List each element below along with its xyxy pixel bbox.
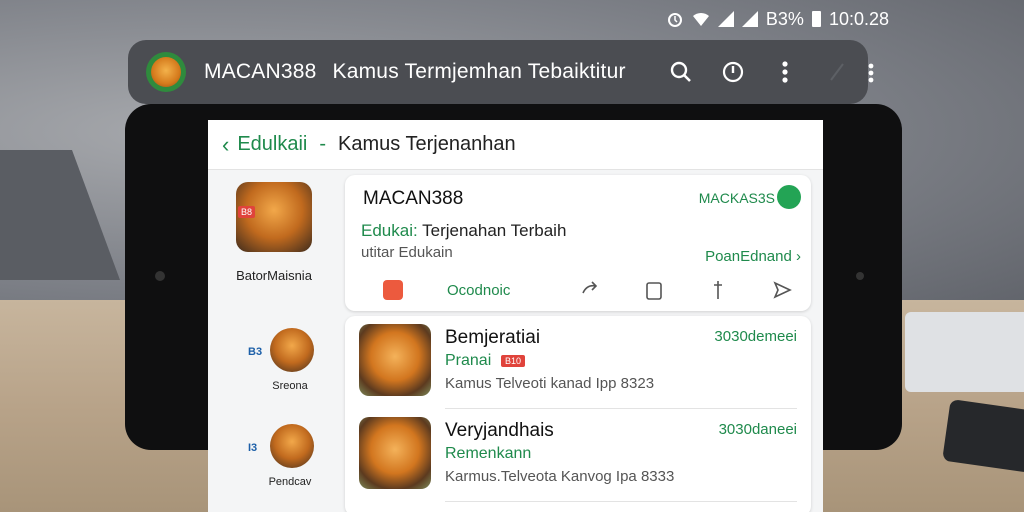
battery-icon bbox=[811, 11, 821, 27]
list-item-description: Karmus.Telveota Kanvog Ipa 8333 bbox=[445, 468, 675, 485]
tiger-thumbnail bbox=[359, 417, 431, 489]
card-brand: Edukai: bbox=[361, 221, 418, 240]
share-icon[interactable] bbox=[579, 279, 601, 301]
list-item-subtitle: Remenkann bbox=[445, 445, 532, 462]
top-bar: MACAN388 Kamus Termjemhan Tebaiktitur bbox=[128, 40, 868, 104]
card-action-text[interactable]: Ocodnoic bbox=[447, 282, 510, 299]
search-icon bbox=[670, 61, 691, 82]
avatar bbox=[270, 424, 314, 468]
list-item-title: Veryjandhais bbox=[445, 420, 554, 441]
slash-icon bbox=[830, 63, 844, 81]
list-item-title: Bemjeratiai bbox=[445, 327, 541, 348]
card-actions: Ocodnoic bbox=[383, 279, 793, 301]
power-button[interactable] bbox=[720, 59, 746, 85]
sidebar-tag: B3 bbox=[248, 346, 263, 358]
sidebar-item[interactable]: B3 Sreona bbox=[208, 328, 340, 392]
sidebar-item[interactable]: I3 Pendcav bbox=[208, 424, 340, 488]
battery-percent: B3% bbox=[765, 8, 804, 29]
background-laptop bbox=[905, 312, 1024, 392]
signal-icon-2 bbox=[741, 11, 758, 27]
background-phone bbox=[942, 399, 1024, 473]
sidebar-item-label: Sreona bbox=[272, 380, 308, 392]
search-button[interactable] bbox=[668, 59, 694, 85]
list-divider bbox=[445, 501, 797, 502]
list-item-price: 3030daneei bbox=[718, 421, 797, 438]
send-icon[interactable] bbox=[771, 279, 793, 301]
sidebar-item-label: Pendcav bbox=[268, 476, 312, 488]
menu-button[interactable] bbox=[772, 59, 798, 85]
signal-icon bbox=[717, 11, 734, 27]
sidebar-item[interactable]: B8 BatorMaisnia bbox=[208, 182, 340, 283]
tiger-logo-icon bbox=[151, 57, 181, 87]
card-description: utitar Edukain bbox=[361, 244, 453, 261]
alarm-icon bbox=[667, 13, 682, 27]
camera-dot bbox=[155, 271, 165, 281]
top-bar-title: MACAN388 Kamus Termjemhan Tebaiktitur bbox=[204, 60, 626, 84]
list-item[interactable]: Bemjeratiai Pranai B10 Kamus Telveoti ka… bbox=[345, 316, 811, 408]
overflow-menu-button[interactable] bbox=[864, 62, 878, 84]
power-icon bbox=[722, 61, 744, 83]
page-title: Kamus Termjemhan Tebaiktitur bbox=[332, 60, 626, 83]
translation-list: Bemjeratiai Pranai B10 Kamus Telveoti ka… bbox=[345, 316, 811, 512]
slash-button[interactable] bbox=[824, 59, 850, 85]
list-item-tag: B10 bbox=[501, 355, 526, 367]
sidebar: B8 BatorMaisnia B3 Sreona I3 Pendcav bbox=[208, 170, 340, 512]
pin-icon[interactable] bbox=[707, 279, 729, 301]
verified-icon bbox=[777, 185, 801, 209]
list-item-price: 3030demeei bbox=[714, 328, 797, 345]
phone-screen: ‹ Edulkaii - Kamus Terjenanhan B8 BatorM… bbox=[208, 120, 823, 512]
clock: 10:0.28 bbox=[828, 8, 889, 29]
sidebar-tag: I3 bbox=[248, 442, 258, 454]
list-item-subtitle: Pranai bbox=[445, 352, 492, 369]
wifi-icon bbox=[692, 12, 709, 26]
status-bar: B3% 10:0.28 bbox=[666, 8, 889, 30]
card-link[interactable]: PoanEdnand › bbox=[705, 248, 801, 265]
kebab-menu-icon bbox=[782, 61, 788, 83]
app-logo bbox=[146, 52, 186, 92]
card-title: MACAN388 bbox=[363, 188, 464, 209]
card-subtitle-text: Terjenahan Terbaih bbox=[422, 221, 567, 240]
card-subtitle: Edukai: Terjenahan Terbaih bbox=[361, 221, 566, 241]
sidebar-tag: B8 bbox=[238, 206, 256, 218]
app-bar: ‹ Edulkaii - Kamus Terjenanhan bbox=[208, 120, 823, 170]
list-item-description: Kamus Telveoti kanad Ipp 8323 bbox=[445, 375, 655, 392]
list-item[interactable]: Veryjandhais Remenkann Karmus.Telveota K… bbox=[345, 409, 811, 501]
clipboard-icon[interactable] bbox=[643, 279, 665, 301]
back-button[interactable]: ‹ bbox=[222, 132, 229, 158]
top-bar-actions bbox=[668, 59, 850, 85]
app-page-title: Kamus Terjenanhan bbox=[338, 133, 516, 155]
app-brand: Edulkaii bbox=[237, 133, 308, 155]
avatar bbox=[270, 328, 314, 372]
title-separator: - bbox=[319, 133, 327, 155]
app-card[interactable]: MACAN388 MACKAS3S Edukai: Terjenahan Ter… bbox=[345, 175, 811, 311]
card-badge: MACKAS3S bbox=[698, 190, 775, 206]
tiger-thumbnail bbox=[359, 324, 431, 396]
sidebar-item-label: BatorMaisnia bbox=[236, 268, 312, 283]
kebab-menu-icon bbox=[868, 63, 874, 83]
app-name: MACAN388 bbox=[204, 60, 317, 83]
app-icon[interactable] bbox=[383, 280, 403, 300]
sensor-dot bbox=[856, 272, 864, 280]
